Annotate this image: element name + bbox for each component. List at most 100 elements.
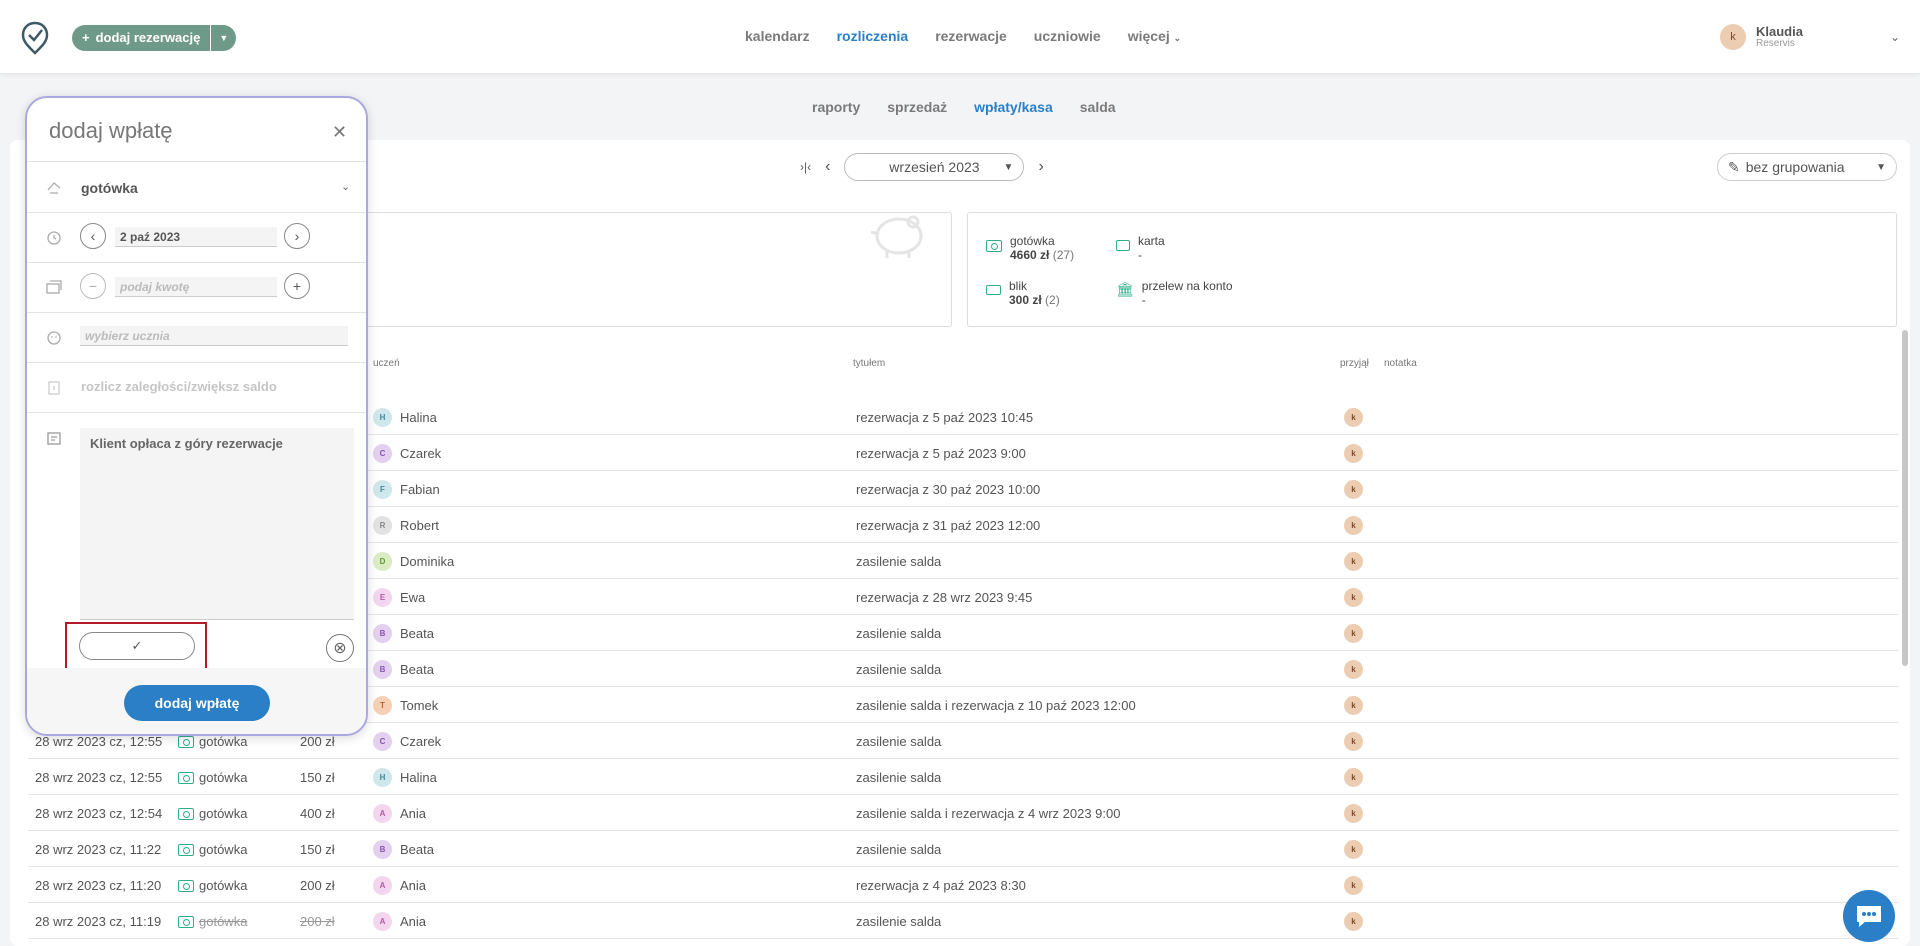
summary-blik: blik 300 zł (2) [986, 279, 1060, 307]
column-note[interactable]: notatka [1384, 358, 1417, 369]
nav-students[interactable]: uczniowie [1034, 28, 1101, 44]
student-cell[interactable]: A Ania [373, 912, 426, 931]
student-cell[interactable]: A Ania [373, 876, 426, 895]
column-received-by[interactable]: przyjął [1340, 358, 1369, 369]
tab-payments[interactable]: wpłaty/kasa [974, 99, 1053, 115]
divider [27, 312, 366, 313]
payment-method-value[interactable]: gotówka [81, 180, 138, 196]
student-cell[interactable]: C Czarek [373, 444, 441, 463]
student-cell[interactable]: H Halina [373, 408, 437, 427]
nav-more[interactable]: więcej ⌄ [1128, 28, 1181, 44]
avatar: R [373, 516, 392, 535]
student-cell[interactable]: B Beata [373, 624, 434, 643]
payment-amount: 150 zł [300, 770, 335, 785]
avatar: C [373, 732, 392, 751]
payment-method-label: gotówka [199, 842, 248, 857]
received-by: k [1344, 408, 1363, 427]
close-icon[interactable]: ✕ [332, 122, 347, 143]
chat-button[interactable] [1843, 890, 1895, 942]
student-name: Dominika [400, 554, 455, 569]
tab-sales[interactable]: sprzedaż [887, 99, 947, 115]
column-title[interactable]: tytułem [853, 358, 885, 369]
student-cell[interactable]: T Tomek [373, 696, 438, 715]
table-row[interactable]: 28 wrz 2023 cz, 12:55 gotówka 150 zł H Halin… [28, 759, 1898, 795]
student-name: Beata [400, 662, 434, 677]
add-reservation-dropdown[interactable]: ▼ [210, 25, 237, 51]
date-field[interactable] [115, 227, 277, 247]
grouping-select[interactable]: ✎ bez grupowania ▼ [1717, 153, 1897, 181]
student-cell[interactable]: B Beata [373, 840, 434, 859]
table-row[interactable]: 28 wrz 2023 cz, 11:22 gotówka 150 zł B Beata… [28, 831, 1898, 867]
scrollbar[interactable] [1902, 330, 1908, 666]
confirm-note-button[interactable]: ✓ [79, 632, 195, 660]
table-row[interactable]: 28 wrz 2023 cz, 12:54 gotówka 400 zł A Ania z… [28, 795, 1898, 831]
cash-icon [178, 843, 194, 856]
user-menu[interactable]: k Klaudia Reservis [1720, 24, 1803, 50]
avatar: k [1344, 696, 1363, 715]
payment-method: gotówka [178, 770, 247, 785]
summary-total-box [365, 212, 952, 327]
increase-amount-button[interactable]: + [284, 273, 310, 299]
add-payment-button[interactable]: dodaj wpłatę [124, 685, 270, 721]
payment-amount: 200 zł [300, 914, 335, 929]
previous-period-icon[interactable]: ‹ [825, 158, 830, 176]
summary-transfer: 🏛 przelew na konto - [1116, 279, 1233, 307]
chevron-down-icon[interactable]: ⌄ [1890, 30, 1900, 44]
period-value: wrzesień 2023 [889, 159, 980, 175]
tab-reports[interactable]: raporty [812, 99, 860, 115]
student-name: Tomek [400, 698, 439, 713]
chevron-down-icon[interactable]: ⌄ [341, 180, 350, 193]
payment-date: 28 wrz 2023 cz, 12:55 [35, 734, 163, 749]
current-period-icon[interactable]: ›|‹ [800, 160, 811, 174]
cancel-note-button[interactable]: ⊗ [326, 634, 354, 662]
close-circle-icon: ⊗ [333, 640, 347, 657]
student-icon [47, 331, 61, 345]
logo-icon[interactable] [20, 20, 50, 56]
student-cell[interactable]: B Beata [373, 660, 434, 679]
next-period-icon[interactable]: › [1038, 158, 1043, 176]
next-day-button[interactable]: › [284, 223, 310, 249]
tab-balances[interactable]: salda [1080, 99, 1116, 115]
table-row[interactable]: 28 wrz 2023 cz, 11:19 gotówka 200 zł A Ania z… [28, 903, 1898, 939]
payment-method-label: gotówka [199, 914, 248, 929]
nav-billing[interactable]: rozliczenia [837, 28, 909, 44]
main-nav: kalendarz rozliczenia rezerwacje uczniow… [745, 28, 1181, 44]
note-textarea[interactable]: Klient opłaca z góry rezerwacje [80, 428, 354, 620]
avatar: k [1344, 732, 1363, 751]
student-cell[interactable]: R Robert [373, 516, 439, 535]
received-by: k [1344, 444, 1363, 463]
check-icon: ✓ [131, 638, 143, 653]
student-cell[interactable]: C Czarek [373, 732, 441, 751]
avatar: C [373, 444, 392, 463]
payment-amount: 200 zł [300, 878, 335, 893]
received-by: k [1344, 624, 1363, 643]
student-name: Halina [400, 770, 437, 785]
avatar: k [1344, 516, 1363, 535]
avatar: E [373, 588, 392, 607]
add-reservation-button[interactable]: + dodaj rezerwację [72, 25, 211, 51]
nav-calendar[interactable]: kalendarz [745, 28, 810, 44]
table-row[interactable]: 28 wrz 2023 cz, 11:20 gotówka 200 zł A Ania r… [28, 867, 1898, 903]
student-cell[interactable]: D Dominika [373, 552, 454, 571]
student-cell[interactable]: F Fabian [373, 480, 440, 499]
student-cell[interactable]: E Ewa [373, 588, 425, 607]
payment-method-icon [47, 182, 61, 194]
column-student[interactable]: uczeń [373, 358, 400, 369]
summary-methods-box [967, 212, 1897, 327]
summary-cash-label: gotówka [1010, 234, 1055, 248]
student-field[interactable] [80, 326, 348, 346]
previous-day-button[interactable]: ‹ [80, 223, 106, 249]
student-cell[interactable]: H Halina [373, 768, 437, 787]
payment-method: gotówka [178, 842, 247, 857]
student-cell[interactable]: A Ania [373, 804, 426, 823]
avatar: k [1344, 624, 1363, 643]
user-name: Klaudia [1756, 24, 1803, 39]
nav-reservations[interactable]: rezerwacje [935, 28, 1007, 44]
settle-balance-option[interactable]: rozlicz zaległości/zwiększ saldo [81, 379, 277, 394]
avatar: B [373, 840, 392, 859]
amount-field[interactable] [115, 277, 277, 297]
period-select[interactable]: wrzesień 2023 ▼ [844, 153, 1025, 181]
payment-title: rezerwacja z 31 paź 2023 12:00 [856, 518, 1041, 533]
decrease-amount-button[interactable]: − [80, 273, 106, 299]
chevron-down-icon: ⌄ [1173, 33, 1182, 43]
